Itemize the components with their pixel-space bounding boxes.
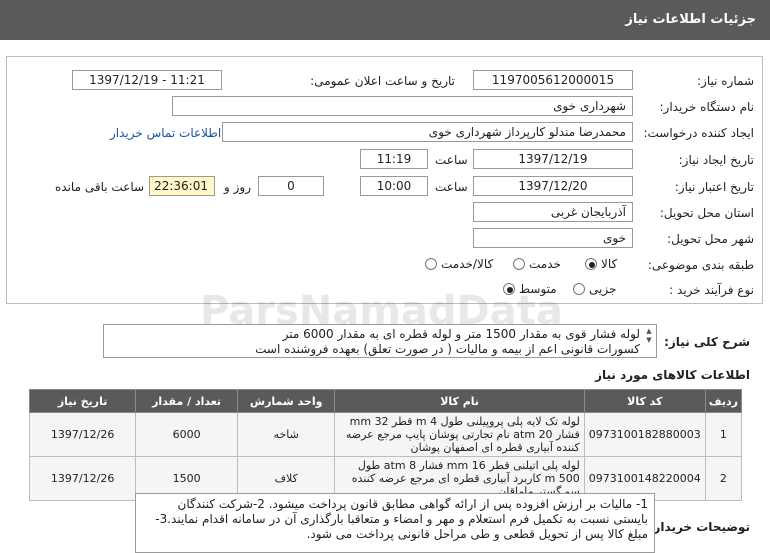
- cell-row: 1: [704, 412, 743, 457]
- items-section-title: اطلاعات کالاهای مورد نیاز: [595, 368, 750, 382]
- category-radio-goods[interactable]: کالا: [585, 257, 617, 271]
- cell-date: 1397/12/26: [28, 456, 137, 501]
- days-label: روز و: [224, 180, 251, 194]
- col-header-qty: تعداد / مقدار: [135, 389, 238, 413]
- requester-field[interactable]: محمدرضا مندلو کارپرداز شهرداری خوی: [222, 122, 633, 142]
- created-time-field[interactable]: 11:19: [360, 149, 428, 169]
- process-radio-minor[interactable]: جزیی: [573, 282, 616, 296]
- col-header-name: نام کالا: [334, 389, 585, 413]
- process-radio-medium[interactable]: متوسط: [503, 282, 557, 296]
- category-option-goods-label: کالا: [601, 257, 618, 271]
- col-header-code: کد کالا: [583, 389, 706, 413]
- process-option-medium-label: متوسط: [519, 282, 557, 296]
- created-time-label: ساعت: [435, 153, 468, 167]
- buyer-org-field[interactable]: شهرداری خوی: [172, 96, 633, 116]
- category-option-service-label: خدمت: [529, 257, 561, 271]
- items-table: ردیف کد کالا نام کالا واحد شمارش تعداد /…: [28, 389, 743, 501]
- category-radio-service[interactable]: خدمت: [513, 257, 561, 271]
- radio-empty-icon: [513, 258, 525, 270]
- time-remaining-field[interactable]: 22:36:01: [149, 176, 215, 196]
- cell-date: 1397/12/26: [28, 412, 137, 457]
- buyer-contact-link[interactable]: اطلاعات تماس خریدار: [110, 126, 221, 140]
- description-label: شرح کلی نیاز:: [664, 335, 750, 349]
- radio-selected-icon: [503, 283, 515, 295]
- process-label: نوع فرآیند خرید :: [669, 283, 754, 297]
- description-textarea[interactable]: ▲ ▼ لوله فشار قوی به مقدار 1500 متر و لول…: [103, 324, 657, 358]
- table-header-row: ردیف کد کالا نام کالا واحد شمارش تعداد /…: [28, 389, 743, 413]
- col-header-unit: واحد شمارش: [236, 389, 336, 413]
- description-line: لوله فشار قوی به مقدار 1500 متر و لوله ق…: [282, 327, 640, 341]
- validity-time-field[interactable]: 10:00: [360, 176, 428, 196]
- description-line: کسورات قانونی اعم از بیمه و مالیات ( در …: [255, 342, 640, 356]
- radio-empty-icon: [573, 283, 585, 295]
- scroll-arrows-icon[interactable]: ▲ ▼: [644, 327, 654, 355]
- announce-label: تاریخ و ساعت اعلان عمومی:: [310, 74, 455, 88]
- category-radio-goods-service[interactable]: کالا/خدمت: [425, 257, 493, 271]
- col-header-date: تاریخ نیاز: [28, 389, 137, 413]
- category-option-goods-service-label: کالا/خدمت: [441, 257, 494, 271]
- cell-code: 0973100182880003: [583, 412, 706, 457]
- created-date-label: تاریخ ایجاد نیاز:: [678, 153, 754, 167]
- cell-qty: 6000: [135, 412, 238, 457]
- validity-date-field[interactable]: 1397/12/20: [473, 176, 633, 196]
- cell-name: لوله تک لایه پلی پروپیلنی طول 4 m قطر 32…: [334, 412, 585, 457]
- province-label: استان محل تحویل:: [659, 206, 754, 220]
- time-remaining-label: ساعت باقی مانده: [55, 180, 145, 194]
- city-label: شهر محل تحویل:: [667, 232, 754, 246]
- cell-row: 2: [704, 456, 743, 501]
- buyer-org-label: نام دستگاه خریدار:: [659, 100, 755, 114]
- process-option-minor-label: جزیی: [589, 282, 617, 296]
- requester-label: ایجاد کننده درخواست:: [643, 126, 754, 140]
- created-date-field[interactable]: 1397/12/19: [473, 149, 633, 169]
- table-row[interactable]: 1 0973100182880003 لوله تک لایه پلی پروپ…: [28, 412, 743, 457]
- cell-unit: شاخه: [236, 412, 336, 457]
- validity-time-label: ساعت: [435, 180, 468, 194]
- validity-date-label: تاریخ اعتبار نیاز:: [674, 180, 754, 194]
- need-number-label: شماره نیاز:: [697, 74, 754, 88]
- city-field[interactable]: خوی: [473, 228, 633, 248]
- days-remaining-field[interactable]: 0: [258, 176, 324, 196]
- announce-field[interactable]: 1397/12/19 - 11:21: [72, 70, 222, 90]
- page-title-bar: جزئیات اطلاعات نیاز: [0, 0, 770, 40]
- province-field[interactable]: آذربایجان غربی: [473, 202, 633, 222]
- need-number-field[interactable]: 1197005612000015: [473, 70, 633, 90]
- buyer-notes-textarea[interactable]: 1- مالیات بر ارزش افزوده پس از ارائه گوا…: [135, 493, 655, 553]
- col-header-row: ردیف: [704, 389, 743, 413]
- category-label: طبقه بندی موضوعی:: [647, 258, 754, 272]
- radio-empty-icon: [425, 258, 437, 270]
- page-title: جزئیات اطلاعات نیاز: [625, 12, 756, 27]
- radio-selected-icon: [585, 258, 597, 270]
- buyer-notes-label: توضیحات خریدار:: [648, 520, 750, 534]
